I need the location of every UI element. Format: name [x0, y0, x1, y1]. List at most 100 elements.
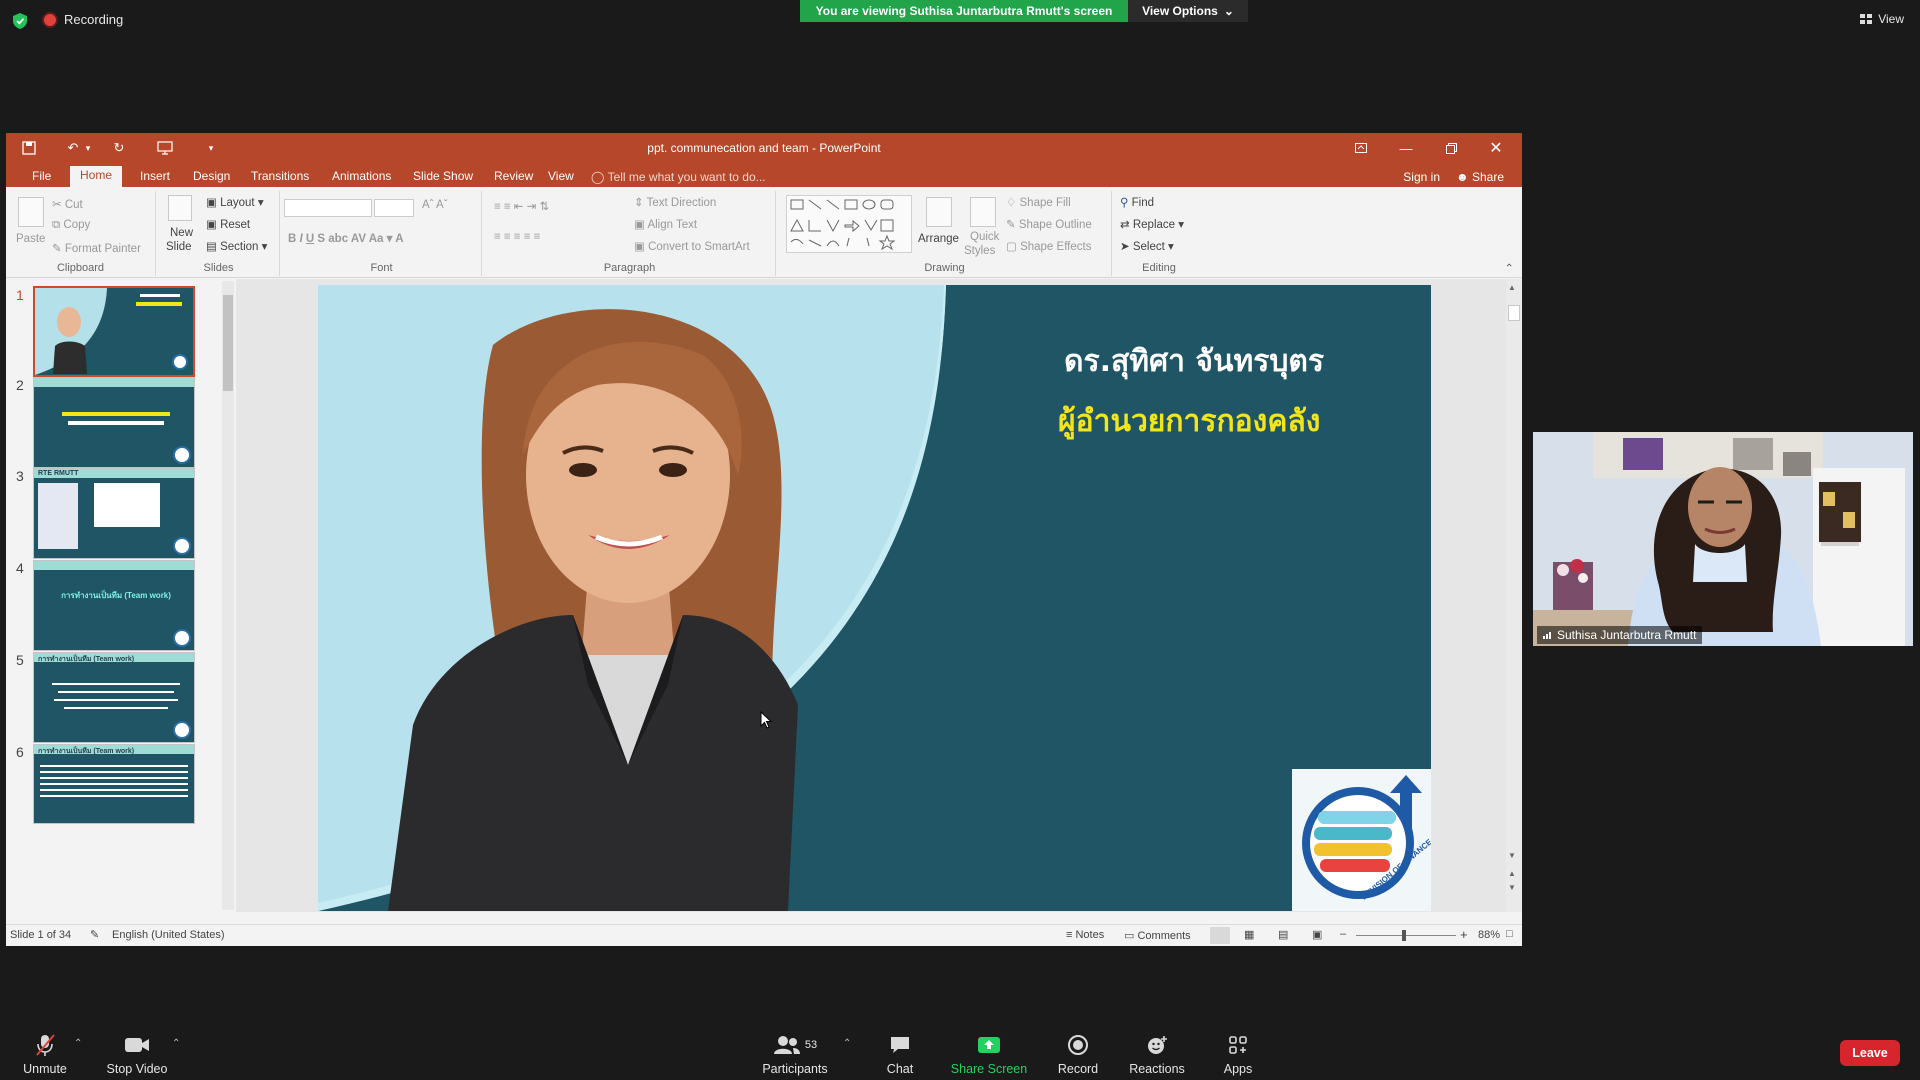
- format-painter-button[interactable]: ✎ Format Painter: [52, 241, 141, 255]
- select-button[interactable]: ➤ Select ▾: [1120, 239, 1174, 253]
- font-name-box[interactable]: [284, 199, 372, 217]
- scrollbar-thumb[interactable]: [223, 295, 233, 391]
- slides-scrollbar[interactable]: [222, 281, 234, 910]
- tab-insert[interactable]: Insert: [130, 167, 180, 187]
- scroll-down-icon[interactable]: ▼: [1508, 851, 1516, 860]
- tell-me-search[interactable]: ◯ Tell me what you want to do...: [591, 170, 766, 184]
- bullets-icon[interactable]: ≡ ≡ ⇤ ⇥ ⇅: [494, 199, 549, 213]
- spell-check-icon[interactable]: ✎: [90, 928, 99, 941]
- shapes-gallery[interactable]: [786, 195, 912, 253]
- shape-fill-button[interactable]: ♢ Shape Fill: [1006, 195, 1071, 209]
- arrange-label[interactable]: Arrange: [918, 233, 959, 245]
- font-size-box[interactable]: [374, 199, 414, 217]
- view-options-button[interactable]: View Options ⌄: [1128, 0, 1248, 22]
- new-slide-label-2[interactable]: Slide: [166, 241, 192, 253]
- bold-icon[interactable]: B I U S abc AV Aa ▾ A: [288, 231, 404, 245]
- tab-slide-show[interactable]: Slide Show: [403, 167, 483, 187]
- participants-button[interactable]: 53 Participants: [750, 1032, 840, 1076]
- leave-button[interactable]: Leave: [1840, 1040, 1900, 1066]
- smartart-button[interactable]: ▣ Convert to SmartArt: [634, 239, 750, 253]
- slide-title-name[interactable]: ดร.สุทิศา จันทรบุตร: [1064, 338, 1431, 385]
- tab-file[interactable]: File: [22, 167, 61, 187]
- arrange-icon[interactable]: [926, 197, 952, 227]
- quick-styles-label-2[interactable]: Styles: [964, 245, 995, 257]
- layout-button[interactable]: ▣ Layout ▾: [206, 195, 264, 209]
- chat-button[interactable]: Chat: [855, 1032, 945, 1076]
- slide-thumbnail-5[interactable]: การทำงานเป็นทีม (Team work): [33, 652, 195, 743]
- next-slide-icon[interactable]: ▼: [1508, 883, 1516, 892]
- view-button[interactable]: View: [1860, 12, 1904, 26]
- layout-label: Layout: [220, 197, 255, 209]
- share-button[interactable]: ☻ Share: [1456, 170, 1504, 184]
- scrollbar-thumb[interactable]: [1508, 305, 1520, 321]
- participants-caret[interactable]: ⌃: [843, 1038, 851, 1049]
- slide-show-icon[interactable]: ▣: [1312, 928, 1322, 941]
- paste-button[interactable]: Paste: [16, 233, 45, 245]
- notes-button[interactable]: ≡ Notes: [1066, 929, 1104, 941]
- current-slide[interactable]: ดร.สุทิศา จันทรบุตร ผู้อำนวยการกองคลัง D…: [318, 285, 1431, 911]
- scroll-up-icon[interactable]: ▲: [1508, 283, 1516, 292]
- ribbon-display-options-icon[interactable]: [1352, 139, 1370, 157]
- zoom-slider-thumb[interactable]: [1402, 930, 1406, 941]
- slide-thumbnail-3[interactable]: RTE RMUTT: [33, 468, 195, 559]
- shape-effects-button[interactable]: ▢ Shape Effects: [1006, 239, 1091, 253]
- reset-button[interactable]: ▣ Reset: [206, 217, 250, 231]
- align-icons[interactable]: ≡ ≡ ≡ ≡ ≡: [494, 231, 540, 243]
- tab-transitions[interactable]: Transitions: [241, 167, 319, 187]
- tab-home[interactable]: Home: [70, 166, 123, 187]
- zoom-level[interactable]: 88%: [1478, 929, 1500, 941]
- reading-view-icon[interactable]: ▤: [1278, 928, 1288, 941]
- section-icon: ▤: [206, 241, 217, 253]
- slide-sorter-icon[interactable]: ▦: [1244, 928, 1254, 941]
- cut-button[interactable]: ✂ Cut: [52, 197, 83, 211]
- language[interactable]: English (United States): [112, 929, 225, 941]
- zoom-meeting-controls: Unmute ⌃ Stop Video ⌃ 53 Participants ⌃ …: [0, 1020, 1920, 1080]
- normal-view-icon[interactable]: [1210, 927, 1230, 944]
- reactions-button[interactable]: Reactions: [1112, 1032, 1202, 1076]
- slide-thumbnail-1[interactable]: [33, 286, 195, 377]
- copy-button[interactable]: ⧉ Copy: [52, 219, 90, 232]
- quick-styles-label[interactable]: Quick: [970, 231, 999, 243]
- security-shield-icon[interactable]: [12, 12, 28, 30]
- previous-slide-icon[interactable]: ▲: [1508, 869, 1516, 878]
- quick-styles-icon[interactable]: [970, 197, 996, 227]
- comments-button[interactable]: ▭ Comments: [1124, 929, 1191, 942]
- participant-video[interactable]: Suthisa Juntarbutra Rmutt: [1533, 432, 1913, 646]
- sign-in-link[interactable]: Sign in: [1403, 170, 1440, 184]
- tab-animations[interactable]: Animations: [322, 167, 401, 187]
- restore-icon[interactable]: [1442, 139, 1460, 157]
- tab-design[interactable]: Design: [183, 167, 240, 187]
- apps-button[interactable]: Apps: [1193, 1032, 1283, 1076]
- recording-indicator[interactable]: Recording: [44, 12, 123, 27]
- record-button[interactable]: Record: [1033, 1032, 1123, 1076]
- tab-review[interactable]: Review: [484, 167, 543, 187]
- minimize-icon[interactable]: —: [1397, 139, 1415, 157]
- slide-scrollbar[interactable]: ▲ ▼ ▲ ▼: [1506, 279, 1522, 912]
- zoom-out-icon[interactable]: –: [1340, 928, 1346, 940]
- section-button[interactable]: ▤ Section ▾: [206, 239, 267, 253]
- new-slide-icon[interactable]: [168, 195, 192, 221]
- audio-options-caret[interactable]: ⌃: [74, 1038, 82, 1049]
- share-screen-label: Share Screen: [950, 1062, 1028, 1076]
- paste-icon[interactable]: [18, 197, 44, 227]
- zoom-in-icon[interactable]: +: [1460, 927, 1468, 942]
- collapse-ribbon-icon[interactable]: ⌃: [1504, 261, 1514, 275]
- slide-thumbnail-4[interactable]: การทำงานเป็นทีม (Team work): [33, 560, 195, 651]
- find-button[interactable]: ⚲ Find: [1120, 195, 1154, 209]
- shape-outline-button[interactable]: ✎ Shape Outline: [1006, 217, 1092, 231]
- slide-thumbnail-2[interactable]: [33, 377, 195, 468]
- slide-thumbnail-6[interactable]: การทำงานเป็นทีม (Team work): [33, 744, 195, 824]
- font-grow-icon[interactable]: Aˆ Aˇ: [422, 199, 448, 211]
- tab-view[interactable]: View: [538, 167, 584, 187]
- text-direction-button[interactable]: ⇕ Text Direction: [634, 195, 716, 209]
- replace-button[interactable]: ⇄ Replace ▾: [1120, 217, 1184, 231]
- fit-to-window-icon[interactable]: □: [1506, 928, 1513, 940]
- slide-title-position[interactable]: ผู้อำนวยการกองคลัง: [1058, 398, 1431, 445]
- new-slide-label[interactable]: New: [170, 227, 193, 239]
- share-screen-button[interactable]: Share Screen: [944, 1032, 1034, 1076]
- close-icon[interactable]: ✕: [1487, 139, 1505, 157]
- zoom-slider[interactable]: [1356, 935, 1456, 936]
- align-text-button[interactable]: ▣ Align Text: [634, 217, 697, 231]
- video-options-caret[interactable]: ⌃: [172, 1038, 180, 1049]
- stop-video-button[interactable]: Stop Video: [92, 1032, 182, 1076]
